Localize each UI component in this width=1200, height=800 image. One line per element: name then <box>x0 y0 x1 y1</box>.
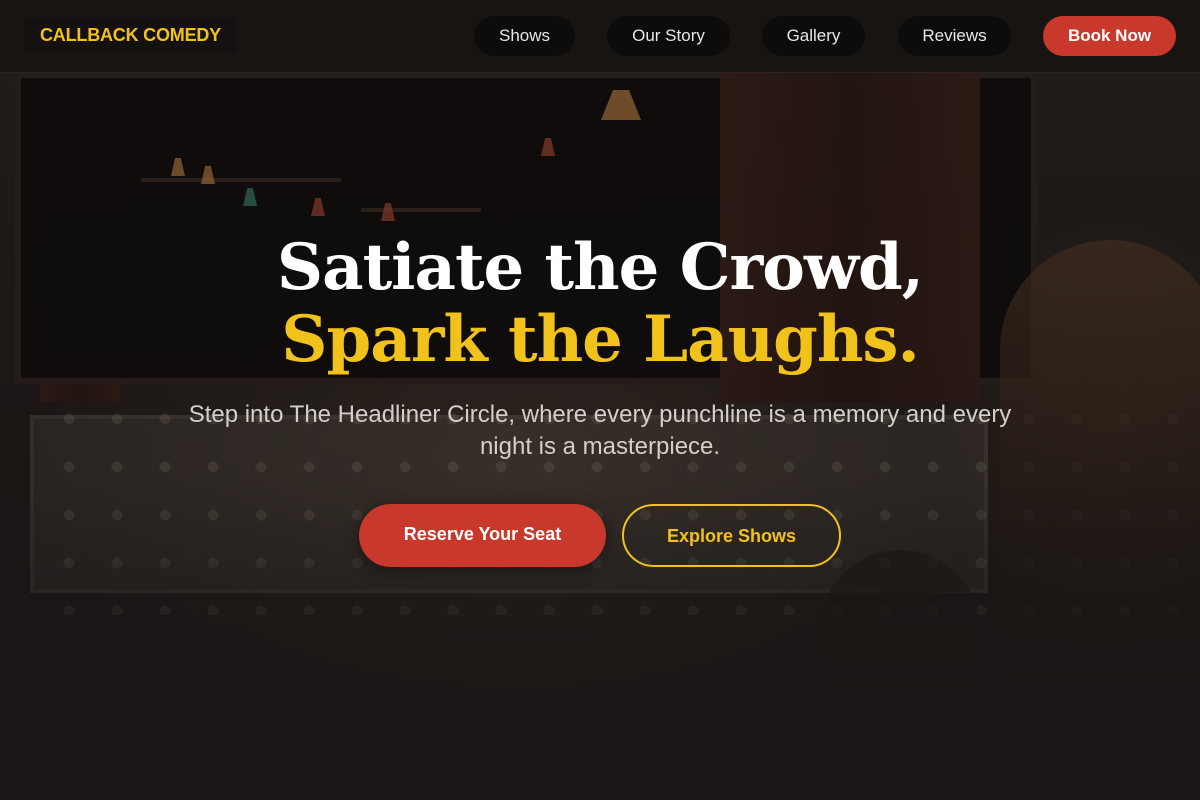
explore-shows-button[interactable]: Explore Shows <box>622 504 841 567</box>
hero-title-line1: Satiate the Crowd, <box>276 230 924 305</box>
hero-title: Satiate the Crowd, Spark the Laughs. <box>0 232 1200 376</box>
nav-reviews[interactable]: Reviews <box>898 16 1011 56</box>
site-logo[interactable]: CALLBACK COMEDY <box>24 18 237 53</box>
hero-title-line2: Spark the Laughs. <box>281 302 919 377</box>
reserve-seat-button[interactable]: Reserve Your Seat <box>359 504 606 567</box>
site-header: CALLBACK COMEDY Shows Our Story Gallery … <box>0 0 1200 73</box>
nav-our-story[interactable]: Our Story <box>607 16 730 56</box>
nav-shows[interactable]: Shows <box>474 16 575 56</box>
hero-subtitle: Step into The Headliner Circle, where ev… <box>188 401 1012 460</box>
page: CALLBACK COMEDY Shows Our Story Gallery … <box>0 0 1200 800</box>
book-now-button[interactable]: Book Now <box>1043 16 1176 56</box>
nav-gallery[interactable]: Gallery <box>762 16 865 56</box>
